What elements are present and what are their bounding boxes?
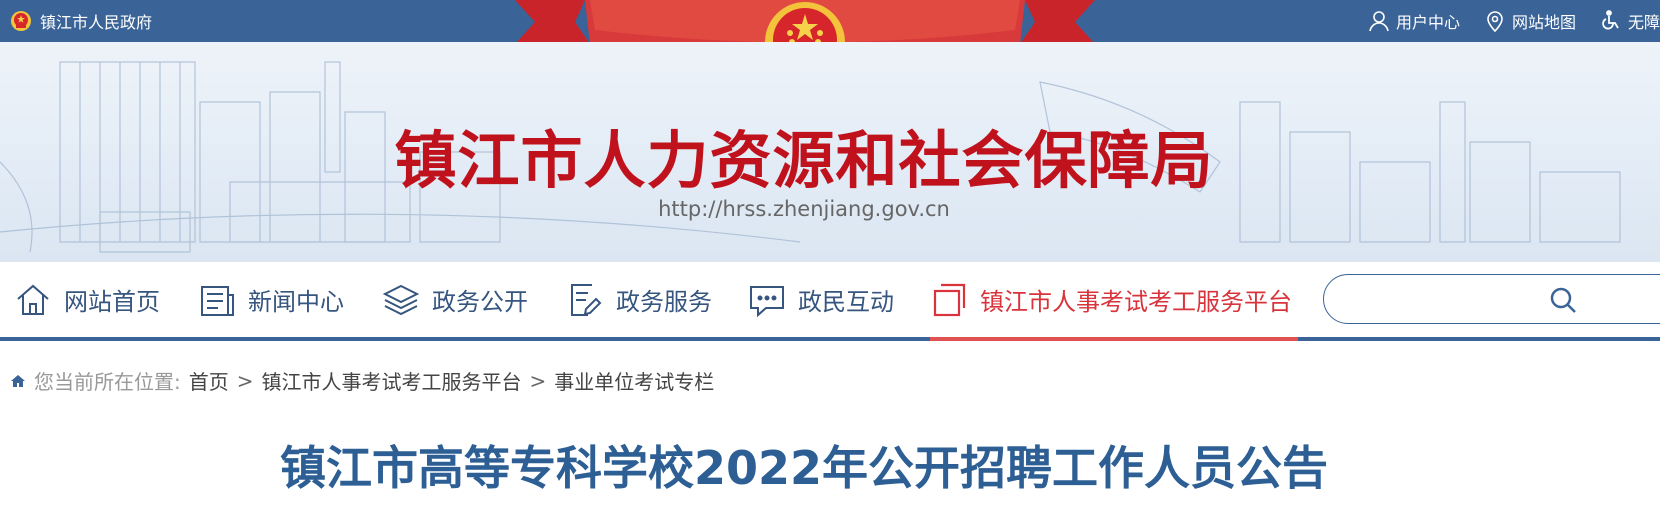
breadcrumb-prefix: 您当前所在位置: [34, 370, 181, 394]
breadcrumb: 您当前所在位置: 首页 > 镇江市人事考试考工服务平台 > 事业单位考试专栏 [10, 366, 714, 395]
home-icon [17, 284, 49, 315]
user-center-label: 用户中心 [1395, 13, 1460, 32]
copy-icon [933, 283, 966, 316]
nav-label-home: 网站首页 [64, 288, 160, 316]
gov-portal-label: 镇江市人民政府 [40, 13, 153, 32]
nav-label-news: 新闻中心 [248, 288, 344, 316]
breadcrumb-separator: > [529, 368, 547, 393]
breadcrumb-item-home[interactable]: 首页 [189, 366, 229, 395]
site-map-link[interactable]: 网站地图 [1484, 9, 1576, 33]
nav-label-gov-service: 政务服务 [616, 288, 712, 316]
news-icon [201, 285, 234, 316]
nav-item-exam-platform[interactable]: 镇江市人事考试考工服务平台 [930, 262, 1298, 341]
search-input[interactable] [1344, 275, 1548, 323]
site-title: 镇江市人力资源和社会保障局 [394, 124, 1214, 197]
breadcrumb-item-public-institution[interactable]: 事业单位考试专栏 [554, 366, 714, 395]
article-title: 镇江市高等专科学校2022年公开招聘工作人员公告 [279, 441, 1329, 495]
main-nav: 网站首页 新闻中心 政务公开 政务服务 政民互动 镇江市人事考试考工服务平台 [0, 262, 1660, 341]
nav-item-gov-affairs[interactable]: 政务公开 [382, 262, 528, 337]
header-banner: 镇江市人力资源和社会保障局 http://hrss.zhenjiang.gov.… [0, 42, 1660, 262]
breadcrumb-item-exam-platform[interactable]: 镇江市人事考试考工服务平台 [262, 366, 522, 395]
nav-label-interaction: 政民互动 [798, 288, 894, 316]
document-edit-icon [571, 283, 602, 316]
nav-item-gov-service[interactable]: 政务服务 [566, 262, 712, 337]
accessibility-label: 无障 [1627, 13, 1660, 32]
national-emblem-icon [11, 11, 31, 31]
chat-icon [750, 285, 784, 317]
user-icon [1369, 11, 1389, 32]
layers-icon [382, 284, 420, 315]
gov-portal-link[interactable]: 镇江市人民政府 [10, 9, 152, 33]
nav-item-interaction[interactable]: 政民互动 [748, 262, 894, 337]
search-box [1323, 274, 1660, 324]
user-center-link[interactable]: 用户中心 [1368, 9, 1460, 33]
search-icon[interactable] [1548, 285, 1578, 315]
wheelchair-icon [1602, 10, 1619, 30]
accessibility-link[interactable]: 无障 [1600, 9, 1660, 33]
nav-label-exam-platform: 镇江市人事考试考工服务平台 [980, 288, 1292, 316]
breadcrumb-separator: > [236, 368, 254, 393]
nav-item-news[interactable]: 新闻中心 [198, 262, 344, 337]
home-small-icon [11, 374, 25, 387]
nav-label-gov-affairs: 政务公开 [432, 288, 528, 316]
site-map-label: 网站地图 [1511, 13, 1576, 32]
site-url: http://hrss.zhenjiang.gov.cn [658, 197, 950, 221]
nav-item-home[interactable]: 网站首页 [14, 262, 160, 337]
location-pin-icon [1487, 11, 1503, 32]
top-right-links: 用户中心 网站地图 无障 [1368, 0, 1660, 42]
